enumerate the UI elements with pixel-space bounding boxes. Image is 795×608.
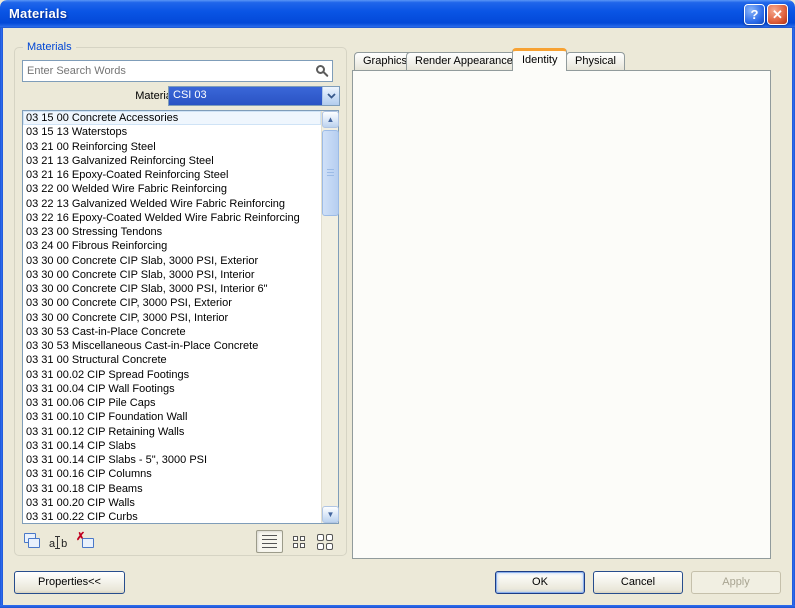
list-view-button[interactable] xyxy=(256,530,283,553)
list-item[interactable]: 03 30 00 Concrete CIP, 3000 PSI, Exterio… xyxy=(23,296,321,310)
identity-tab-page xyxy=(352,70,771,559)
list-item[interactable]: 03 21 16 Epoxy-Coated Reinforcing Steel xyxy=(23,168,321,182)
large-icons-view-button[interactable] xyxy=(312,530,338,553)
ibeam-cursor-icon xyxy=(57,536,59,549)
list-item[interactable]: 03 31 00.16 CIP Columns xyxy=(23,467,321,481)
delete-material-icon[interactable]: ✗ xyxy=(76,532,98,552)
large-icons-icon xyxy=(317,534,333,550)
list-item[interactable]: 03 30 00 Concrete CIP, 3000 PSI, Interio… xyxy=(23,311,321,325)
list-item[interactable]: 03 23 00 Stressing Tendons xyxy=(23,225,321,239)
list-item[interactable]: 03 24 00 Fibrous Reinforcing xyxy=(23,239,321,253)
chevron-down-icon[interactable] xyxy=(322,87,339,105)
list-scrollbar[interactable]: ▲ ▼ xyxy=(321,111,338,523)
help-button[interactable]: ? xyxy=(744,4,765,25)
scroll-up-icon[interactable]: ▲ xyxy=(322,111,339,128)
small-icons-icon xyxy=(293,536,305,548)
tab-identity[interactable]: Identity xyxy=(512,48,567,71)
materials-list: 03 15 00 Concrete Accessories03 15 13 Wa… xyxy=(23,111,321,523)
tab-physical[interactable]: Physical xyxy=(566,52,625,71)
list-item[interactable]: 03 30 53 Miscellaneous Cast-in-Place Con… xyxy=(23,339,321,353)
small-icons-view-button[interactable] xyxy=(288,530,310,553)
search-box[interactable] xyxy=(22,60,333,82)
list-item[interactable]: 03 31 00.10 CIP Foundation Wall xyxy=(23,410,321,424)
list-item[interactable]: 03 31 00.14 CIP Slabs xyxy=(23,439,321,453)
close-button[interactable]: ✕ xyxy=(767,4,788,25)
list-item[interactable]: 03 30 00 Concrete CIP Slab, 3000 PSI, In… xyxy=(23,268,321,282)
tab-render-appearance[interactable]: Render Appearance xyxy=(406,52,522,71)
list-item[interactable]: 03 22 13 Galvanized Welded Wire Fabric R… xyxy=(23,197,321,211)
list-item[interactable]: 03 21 13 Galvanized Reinforcing Steel xyxy=(23,154,321,168)
list-item[interactable]: 03 21 00 Reinforcing Steel xyxy=(23,140,321,154)
list-item[interactable]: 03 31 00.12 CIP Retaining Walls xyxy=(23,425,321,439)
list-item[interactable]: 03 31 00.04 CIP Wall Footings xyxy=(23,382,321,396)
material-class-dropdown[interactable]: CSI 03 xyxy=(168,86,340,106)
materials-group-label: Materials xyxy=(23,40,76,54)
apply-button: Apply xyxy=(691,571,781,594)
list-item[interactable]: 03 22 16 Epoxy-Coated Welded Wire Fabric… xyxy=(23,211,321,225)
rename-material-icon[interactable]: ab xyxy=(49,534,71,554)
list-item[interactable]: 03 31 00.06 CIP Pile Caps xyxy=(23,396,321,410)
list-item[interactable]: 03 31 00.18 CIP Beams xyxy=(23,482,321,496)
list-item[interactable]: 03 15 00 Concrete Accessories xyxy=(23,111,321,125)
list-item[interactable]: 03 31 00.14 CIP Slabs - 5", 3000 PSI xyxy=(23,453,321,467)
red-x-icon: ✗ xyxy=(76,530,85,543)
list-item[interactable]: 03 31 00.20 CIP Walls xyxy=(23,496,321,510)
materials-listbox[interactable]: 03 15 00 Concrete Accessories03 15 13 Wa… xyxy=(22,110,339,524)
list-item[interactable]: 03 30 53 Cast-in-Place Concrete xyxy=(23,325,321,339)
ok-button[interactable]: OK xyxy=(495,571,585,594)
list-item[interactable]: 03 15 13 Waterstops xyxy=(23,125,321,139)
materials-dialog: Materials ? ✕ Materials Material Class: … xyxy=(0,0,795,608)
sheet-front xyxy=(28,538,40,548)
list-item[interactable]: 03 31 00.22 CIP Curbs xyxy=(23,510,321,523)
list-view-icon xyxy=(262,535,277,548)
cancel-button[interactable]: Cancel xyxy=(593,571,683,594)
list-item[interactable]: 03 31 00.02 CIP Spread Footings xyxy=(23,368,321,382)
properties-toggle-button[interactable]: Properties<< xyxy=(14,571,125,594)
window-title: Materials xyxy=(9,6,67,21)
title-bar[interactable]: Materials ? ✕ xyxy=(0,0,795,28)
search-input[interactable] xyxy=(24,62,306,80)
list-item[interactable]: 03 30 00 Concrete CIP Slab, 3000 PSI, Ex… xyxy=(23,254,321,268)
material-class-selected-value: CSI 03 xyxy=(169,87,322,105)
search-icon[interactable] xyxy=(316,65,325,74)
list-item[interactable]: 03 22 00 Welded Wire Fabric Reinforcing xyxy=(23,182,321,196)
duplicate-material-icon[interactable] xyxy=(24,532,46,552)
scroll-down-icon[interactable]: ▼ xyxy=(322,506,339,523)
list-item[interactable]: 03 31 00 Structural Concrete xyxy=(23,353,321,367)
scrollbar-thumb[interactable] xyxy=(322,130,339,216)
list-item[interactable]: 03 30 00 Concrete CIP Slab, 3000 PSI, In… xyxy=(23,282,321,296)
